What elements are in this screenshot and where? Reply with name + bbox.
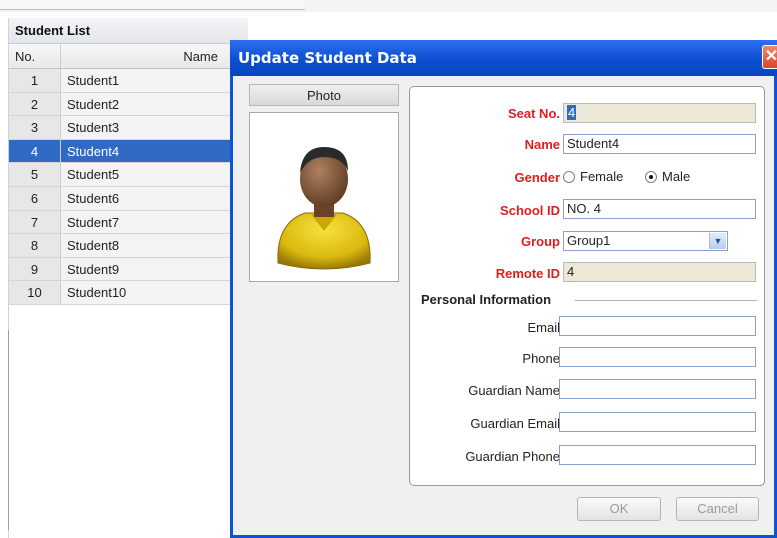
student-list-panel: Student List No. Name 1 Student1 2 Student2… (8, 18, 248, 538)
ok-button[interactable]: OK (577, 497, 661, 521)
table-row[interactable]: 10 Student10 (9, 281, 248, 305)
update-student-dialog: Update Student Data ✕ Photo Seat No. 4 N… (230, 40, 777, 538)
gender-label: Gender (514, 170, 560, 185)
student-avatar-icon (277, 147, 371, 270)
table-row[interactable]: 3 Student3 (9, 116, 248, 140)
row-name: Student7 (61, 210, 248, 234)
photo-frame[interactable] (249, 112, 399, 282)
dialog-titlebar[interactable]: Update Student Data ✕ (230, 40, 777, 76)
chevron-down-icon[interactable]: ▼ (709, 233, 726, 249)
school-id-label: School ID (500, 203, 560, 218)
guardian-name-label: Guardian Name (468, 383, 560, 398)
row-number: 7 (9, 210, 61, 234)
row-name: Student2 (61, 92, 248, 116)
row-name: Student10 (61, 281, 248, 304)
seat-no-label: Seat No. (507, 106, 560, 121)
table-row[interactable]: 4 Student4 (9, 139, 248, 164)
divider (8, 330, 9, 530)
row-name: Student8 (61, 234, 248, 257)
row-name: Student5 (61, 163, 248, 186)
row-number: 6 (9, 186, 61, 210)
guardian-email-field[interactable] (559, 412, 756, 432)
gender-female-label: Female (580, 169, 624, 184)
group-value: Group1 (567, 233, 611, 248)
row-number: 4 (9, 139, 61, 163)
group-select[interactable]: Group1 ▼ (563, 231, 728, 251)
section-divider (575, 300, 757, 301)
table-row[interactable]: 2 Student2 (9, 92, 248, 117)
guardian-email-label: Guardian Email (470, 416, 560, 431)
seat-no-field[interactable]: 4 (563, 103, 756, 123)
row-number: 2 (9, 92, 61, 116)
table-row[interactable]: 8 Student8 (9, 234, 248, 258)
table-row[interactable]: 6 Student6 (9, 186, 248, 211)
row-name: Student6 (61, 186, 248, 210)
gender-male-radio[interactable] (645, 171, 657, 183)
row-number: 8 (9, 234, 61, 257)
name-label: Name (524, 137, 560, 152)
list-header: No. Name (9, 44, 248, 69)
close-icon[interactable]: ✕ (762, 45, 777, 69)
table-row[interactable]: 5 Student5 (9, 163, 248, 187)
row-name: Student4 (61, 139, 248, 163)
row-number: 9 (9, 257, 61, 281)
row-name: Student1 (61, 69, 248, 92)
table-row[interactable]: 1 Student1 (9, 69, 248, 93)
seat-no-value: 4 (567, 105, 577, 120)
school-id-field[interactable]: NO. 4 (563, 199, 756, 219)
remote-id-field[interactable]: 4 (563, 262, 756, 282)
row-number: 3 (9, 116, 61, 139)
guardian-phone-field[interactable] (559, 445, 756, 465)
email-label: Email (527, 320, 560, 335)
row-name: Student3 (61, 116, 248, 139)
photo-button[interactable]: Photo (249, 84, 399, 106)
phone-field[interactable] (559, 347, 756, 367)
gender-options: Female Male (563, 169, 753, 187)
column-header-name[interactable]: Name (61, 44, 248, 68)
name-field[interactable]: Student4 (563, 134, 756, 154)
top-tab[interactable] (0, 0, 305, 10)
guardian-phone-label: Guardian Phone (465, 449, 560, 464)
cancel-button[interactable]: Cancel (676, 497, 759, 521)
group-label: Group (521, 234, 560, 249)
table-row[interactable]: 9 Student9 (9, 257, 248, 282)
gender-male-label: Male (662, 169, 691, 184)
column-header-no[interactable]: No. (9, 44, 61, 68)
email-field[interactable] (559, 316, 756, 336)
student-rows: 1 Student1 2 Student2 3 Student3 4 Student4 5 Stu… (9, 69, 248, 305)
dialog-title: Update Student Data (238, 49, 417, 67)
row-number: 10 (9, 281, 61, 304)
row-number: 1 (9, 69, 61, 92)
table-row[interactable]: 7 Student7 (9, 210, 248, 235)
top-strip (0, 0, 777, 12)
remote-id-label: Remote ID (495, 266, 560, 281)
phone-label: Phone (522, 351, 560, 366)
guardian-name-field[interactable] (559, 379, 756, 399)
panel-title: Student List (9, 18, 248, 44)
gender-female-radio[interactable] (563, 171, 575, 183)
row-name: Student9 (61, 257, 248, 281)
personal-info-title: Personal Information (421, 292, 552, 307)
row-number: 5 (9, 163, 61, 186)
